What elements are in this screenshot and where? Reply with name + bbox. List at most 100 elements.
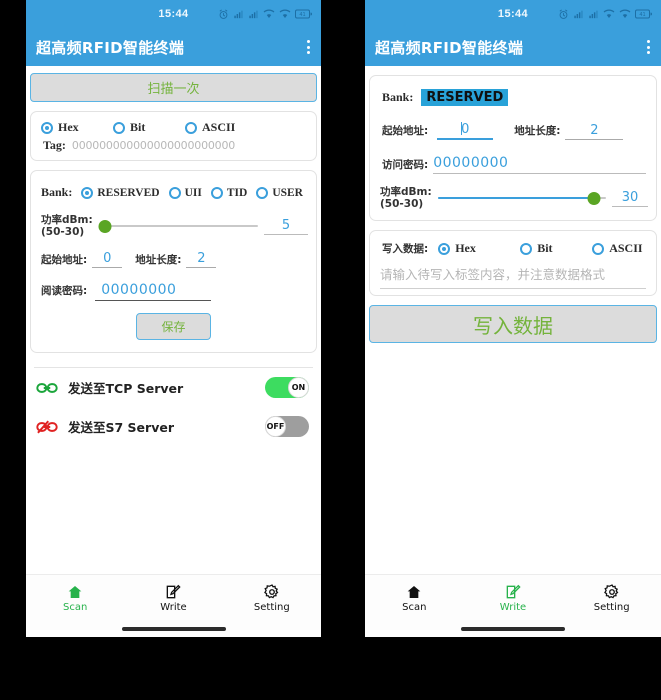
- radio-hex[interactable]: Hex: [41, 120, 113, 135]
- read-password-input[interactable]: 00000000: [95, 282, 212, 301]
- nav-item-scan[interactable]: Scan: [26, 584, 124, 613]
- radio-button-icon: [438, 242, 451, 255]
- bank-value[interactable]: RESERVED: [421, 89, 509, 106]
- radio-label: USER: [272, 186, 303, 199]
- nav-item-setting[interactable]: Setting: [223, 583, 321, 613]
- nav-item-scan[interactable]: Scan: [365, 584, 464, 613]
- bank-option-tid[interactable]: TID: [210, 186, 248, 199]
- tcp-server-row: 发送至TCP Server ON: [26, 368, 321, 407]
- wifi-icon: [619, 9, 631, 18]
- address-length-input[interactable]: 2: [186, 251, 217, 268]
- screenshot-stage: 15:44 41 超高频RFID智能终端 扫描一次 Hex Bit ASCII …: [0, 0, 661, 700]
- slider-thumb[interactable]: [587, 191, 601, 205]
- address-row: 起始地址: 0 地址长度: 2: [370, 110, 656, 144]
- app-bar: 超高频RFID智能终端: [26, 28, 321, 66]
- tag-value[interactable]: 000000000000000000000000: [72, 139, 235, 152]
- wifi-icon: [263, 9, 275, 18]
- wifi-icon: [603, 9, 615, 18]
- home-indicator-area: [365, 621, 661, 637]
- radio-label: ASCII: [202, 120, 236, 134]
- scan-settings-card: Bank: RESERVED UII TID USER 功率dBm: (50-3…: [30, 170, 317, 353]
- radio-ascii[interactable]: ASCII: [592, 241, 643, 256]
- write-data-label: 写入数据:: [382, 242, 429, 255]
- pencil-square-icon: [167, 584, 182, 598]
- slider-fill: [437, 197, 595, 199]
- tcp-server-label: 发送至TCP Server: [68, 381, 184, 396]
- power-slider[interactable]: [98, 218, 258, 234]
- save-button[interactable]: 保存: [136, 313, 211, 340]
- radio-bit[interactable]: Bit: [520, 241, 582, 256]
- home-indicator[interactable]: [461, 627, 565, 631]
- access-password-row: 访问密码: 00000000: [370, 144, 656, 178]
- power-value[interactable]: 30: [612, 190, 648, 207]
- radio-label: ASCII: [609, 241, 643, 255]
- bank-option-reserved[interactable]: RESERVED: [81, 186, 160, 199]
- address-length-input[interactable]: 2: [565, 123, 624, 140]
- home-indicator[interactable]: [121, 627, 226, 631]
- status-bar-icons: 41: [218, 9, 312, 20]
- bank-option-uii[interactable]: UII: [168, 186, 202, 199]
- alarm-icon: [559, 9, 568, 19]
- power-slider-row: 功率dBm: (50-30) 5: [31, 212, 316, 242]
- start-address-label: 起始地址:: [382, 125, 429, 137]
- power-label: 功率dBm: (50-30): [41, 214, 93, 238]
- svg-text:41: 41: [639, 12, 645, 18]
- start-address-input[interactable]: 0: [92, 251, 123, 268]
- radio-button-icon: [185, 121, 197, 134]
- access-password-label: 访问密码:: [382, 158, 429, 171]
- bank-label: Bank:: [41, 185, 73, 199]
- write-data-format-group: 写入数据: Hex Bit ASCII: [370, 231, 656, 262]
- nav-label: Write: [499, 601, 527, 613]
- nav-label: Setting: [593, 601, 630, 613]
- write-data-input-row: 请输入待写入标签内容，并注意数据格式: [370, 262, 656, 295]
- radio-hex[interactable]: Hex: [438, 241, 510, 256]
- power-label: 功率dBm: (50-30): [380, 186, 432, 210]
- kebab-menu-icon[interactable]: [307, 40, 310, 54]
- app-title: 超高频RFID智能终端: [36, 38, 185, 57]
- write-data-button[interactable]: 写入数据: [369, 305, 657, 343]
- svg-text:41: 41: [299, 12, 305, 18]
- radio-button-icon: [113, 121, 125, 134]
- radio-button-icon: [256, 186, 269, 199]
- radio-label: TID: [226, 186, 248, 199]
- scan-once-button[interactable]: 扫描一次: [30, 73, 317, 102]
- nav-item-setting[interactable]: Setting: [562, 583, 661, 613]
- nav-label: Scan: [402, 601, 427, 613]
- app-title: 超高频RFID智能终端: [375, 38, 524, 57]
- radio-button-icon: [168, 186, 181, 199]
- radio-button-icon: [592, 242, 605, 255]
- signal-icon: [249, 10, 258, 19]
- scan-screen-body: 扫描一次 Hex Bit ASCII Tag: 0000000000000000…: [26, 66, 321, 574]
- home-icon: [407, 585, 421, 598]
- bank-radio-group: Bank: RESERVED UII TID USER: [31, 171, 316, 212]
- read-password-row: 阅读密码: 00000000: [31, 272, 316, 303]
- radio-bit[interactable]: Bit: [113, 120, 185, 135]
- nav-item-write[interactable]: Write: [124, 584, 222, 613]
- tag-field-row: Tag: 000000000000000000000000: [31, 137, 316, 160]
- start-address-input[interactable]: 0: [437, 122, 494, 140]
- wifi-icon: [279, 9, 291, 18]
- write-data-input[interactable]: 请输入待写入标签内容，并注意数据格式: [380, 264, 646, 289]
- phone-screen-scan: 15:44 41 超高频RFID智能终端 扫描一次 Hex Bit ASCII …: [26, 0, 321, 637]
- address-length-label: 地址长度:: [135, 253, 182, 266]
- radio-ascii[interactable]: ASCII: [185, 120, 235, 135]
- battery-icon: 41: [295, 9, 312, 19]
- nav-item-write[interactable]: Write: [464, 584, 563, 613]
- s7-server-toggle[interactable]: OFF: [265, 416, 309, 437]
- write-screen-body: Bank: RESERVED 起始地址: 0 地址长度: 2 访问密码: 000…: [365, 66, 661, 574]
- power-value[interactable]: 5: [264, 218, 308, 235]
- bank-option-user[interactable]: USER: [256, 186, 303, 199]
- radio-button-icon: [41, 121, 53, 134]
- power-slider[interactable]: [437, 190, 606, 206]
- address-length-label: 地址长度:: [514, 125, 561, 137]
- gear-icon: [263, 583, 279, 598]
- kebab-menu-icon[interactable]: [647, 40, 650, 54]
- access-password-input[interactable]: 00000000: [433, 155, 646, 174]
- status-bar-icons: 41: [558, 9, 652, 20]
- slider-thumb[interactable]: [98, 219, 112, 233]
- battery-icon: 41: [635, 9, 652, 19]
- write-data-card: 写入数据: Hex Bit ASCII 请输入待写入标签内容，并注意数据格式: [369, 230, 657, 296]
- tcp-server-toggle[interactable]: ON: [265, 377, 309, 398]
- status-bar: 15:44 41: [26, 0, 321, 28]
- status-bar: 15:44 41: [365, 0, 661, 28]
